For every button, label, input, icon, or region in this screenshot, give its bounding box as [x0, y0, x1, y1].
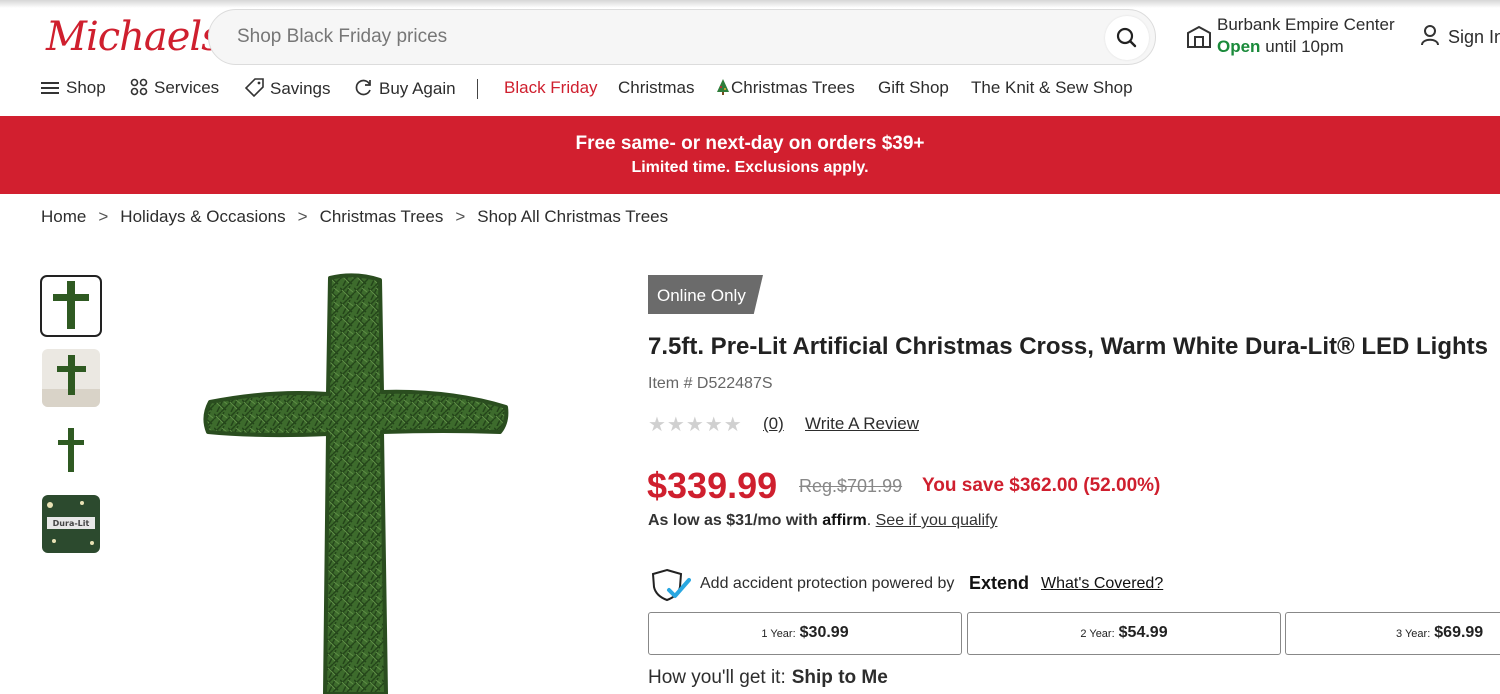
breadcrumb-home[interactable]: Home	[41, 207, 86, 226]
thumbnail-4[interactable]: Dura-Lit	[42, 495, 100, 553]
plan-price: $69.99	[1434, 624, 1484, 641]
breadcrumb-holidays[interactable]: Holidays & Occasions	[120, 207, 285, 226]
sign-in-label: Sign In	[1448, 27, 1500, 47]
nav-christmas[interactable]: Christmas	[618, 78, 695, 98]
nav-divider	[477, 79, 478, 99]
plan-price: $54.99	[1118, 624, 1168, 641]
christmas-tree-icon	[717, 79, 729, 95]
plan-price: $30.99	[799, 624, 849, 641]
user-icon	[1421, 25, 1439, 46]
promo-banner[interactable]: Free same- or next-day on orders $39+ Li…	[0, 116, 1500, 194]
store-hours: Open until 10pm	[1217, 37, 1344, 57]
breadcrumb-shop-all[interactable]: Shop All Christmas Trees	[477, 207, 668, 226]
cross-lit-thumbnail-image	[58, 428, 84, 472]
tag-icon	[244, 78, 264, 98]
thumbnail-3[interactable]	[42, 422, 100, 480]
breadcrumb: Home > Holidays & Occasions > Christmas Tree…	[41, 207, 668, 227]
affirm-financing: As low as $31/mo with affirm. See if you…	[648, 512, 998, 529]
menu-icon	[41, 82, 59, 94]
search-icon	[1116, 27, 1137, 48]
services-icon	[130, 78, 148, 96]
fulfillment-label: How you'll get it:	[648, 667, 786, 688]
thumbnail-1[interactable]	[40, 275, 102, 337]
fulfillment-section: How you'll get it: Ship to Me	[648, 667, 888, 689]
plan-term: 1 Year:	[761, 628, 796, 640]
plan-term: 2 Year:	[1080, 628, 1115, 640]
savings-text: You save $362.00 (52.00%)	[922, 475, 1161, 496]
store-hours-text: until 10pm	[1265, 37, 1344, 56]
nav-buy-again-label: Buy Again	[379, 79, 456, 98]
promo-headline: Free same- or next-day on orders $39+	[575, 133, 925, 154]
nav-savings[interactable]: Savings	[244, 78, 331, 99]
rating-stars: ★★★★★	[648, 414, 743, 436]
nav-shop-label: Shop	[66, 78, 106, 97]
nav-services[interactable]: Services	[130, 78, 219, 98]
promo-subline: Limited time. Exclusions apply.	[631, 159, 869, 176]
search-input[interactable]: Shop Black Friday prices	[237, 26, 447, 48]
store-name: Burbank Empire Center	[1217, 15, 1395, 34]
cross-thumbnail-image	[53, 281, 89, 329]
nav-shop[interactable]: Shop	[40, 78, 106, 98]
affirm-logo: affirm	[822, 512, 867, 529]
dura-lit-tag: Dura-Lit	[53, 519, 90, 528]
breadcrumb-separator: >	[455, 207, 466, 226]
affirm-qualify-link[interactable]: See if you qualify	[876, 512, 998, 529]
breadcrumb-separator: >	[297, 207, 308, 226]
protection-plan-3-year[interactable]: 3 Year: $69.99	[1285, 612, 1500, 655]
refresh-icon	[355, 79, 371, 96]
shield-check-icon	[651, 568, 691, 602]
regular-price: Reg.$701.99	[799, 476, 903, 496]
breadcrumb-christmas-trees[interactable]: Christmas Trees	[320, 207, 444, 226]
nav-christmas-trees-label: Christmas Trees	[731, 78, 855, 97]
nav-buy-again[interactable]: Buy Again	[354, 78, 456, 99]
plan-term: 3 Year:	[1396, 628, 1431, 640]
protection-plan-2-year[interactable]: 2 Year: $54.99	[967, 612, 1281, 655]
cross-room-thumbnail-image	[42, 349, 100, 407]
extend-protection: Add accident protection powered by Exten…	[651, 568, 1163, 607]
product-title: 7.5ft. Pre-Lit Artificial Christmas Cros…	[648, 333, 1489, 360]
nav-black-friday[interactable]: Black Friday	[504, 78, 598, 98]
browser-top-edge	[0, 0, 1500, 8]
nav-knit-sew-shop[interactable]: The Knit & Sew Shop	[971, 78, 1133, 98]
store-open-status: Open	[1217, 37, 1261, 56]
whats-covered-link[interactable]: What's Covered?	[1041, 575, 1163, 593]
nav-services-label: Services	[154, 78, 220, 97]
protection-plan-1-year[interactable]: 1 Year: $30.99	[648, 612, 962, 655]
sale-price: $339.99	[647, 465, 778, 506]
protection-text: Add accident protection powered by	[700, 575, 955, 592]
dura-lit-thumbnail-image: Dura-Lit	[42, 495, 100, 553]
breadcrumb-separator: >	[98, 207, 109, 226]
search-button[interactable]	[1105, 16, 1149, 60]
item-number: Item # D522487S	[648, 375, 773, 392]
store-icon	[1187, 25, 1211, 48]
fulfillment-method[interactable]: Ship to Me	[792, 667, 888, 688]
michaels-logo[interactable]: Michaels	[46, 14, 222, 60]
online-only-badge: Online Only	[648, 275, 763, 314]
nav-christmas-trees[interactable]: Christmas Trees	[716, 78, 855, 98]
product-main-image[interactable]	[200, 272, 510, 694]
write-review-link[interactable]: Write A Review	[805, 414, 919, 434]
sign-in-button[interactable]: Sign In	[1420, 24, 1500, 48]
affirm-text: As low as $31/mo with	[648, 512, 818, 529]
review-count-link[interactable]: (0)	[763, 414, 784, 434]
nav-savings-label: Savings	[270, 79, 331, 98]
nav-gift-shop[interactable]: Gift Shop	[878, 78, 949, 98]
thumbnail-2[interactable]	[42, 349, 100, 407]
extend-logo: Extend	[969, 573, 1030, 593]
search-bar[interactable]: Shop Black Friday prices	[208, 9, 1156, 65]
